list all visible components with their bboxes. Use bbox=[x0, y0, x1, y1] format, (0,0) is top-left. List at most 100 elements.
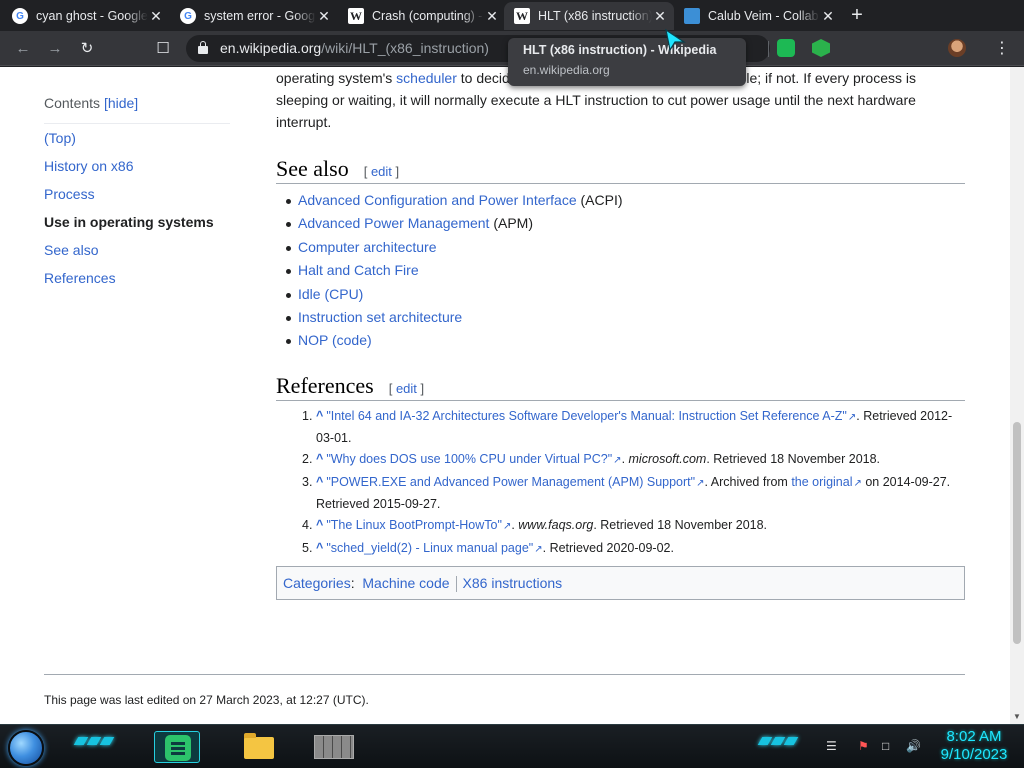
toc-item-history[interactable]: History on x86 bbox=[44, 152, 230, 180]
ref-backlink[interactable]: ^ bbox=[316, 409, 323, 423]
tray-overflow-icon[interactable]: ☰ bbox=[826, 739, 837, 753]
scrollbar-thumb[interactable] bbox=[1013, 422, 1021, 644]
volume-icon[interactable]: 🔊 bbox=[906, 739, 921, 753]
reference-item: 2. ^ "Why does DOS use 100% CPU under Virt… bbox=[276, 449, 965, 471]
bookmark-icon[interactable]: ☐ bbox=[152, 38, 174, 60]
google-icon: G bbox=[12, 8, 28, 24]
reference-item: 1. ^ "Intel 64 and IA-32 Architectures Sof… bbox=[276, 406, 965, 448]
toc-item-references[interactable]: References bbox=[44, 264, 230, 292]
lock-icon[interactable] bbox=[198, 41, 208, 54]
clock-time: 8:02 AM bbox=[946, 728, 1002, 745]
sticky-notes-app-icon[interactable] bbox=[154, 731, 200, 763]
scheduler-link[interactable]: scheduler bbox=[396, 70, 457, 86]
profile-avatar[interactable] bbox=[948, 39, 966, 57]
ref-backlink[interactable]: ^ bbox=[316, 518, 323, 532]
tab-crash-computing[interactable]: W Crash (computing) - Wikipedia ✕ bbox=[338, 2, 506, 30]
kebab-menu-icon[interactable]: ⋮ bbox=[994, 38, 1010, 58]
see-also-title: See also bbox=[276, 156, 349, 181]
reload-icon[interactable]: ↻ bbox=[76, 38, 98, 60]
shield-extension-icon[interactable] bbox=[812, 39, 830, 57]
tooltip-title: HLT (x86 instruction) - Wikipedia bbox=[523, 43, 717, 57]
taskbar-decoration bbox=[73, 737, 115, 753]
ref-link[interactable]: "POWER.EXE and Advanced Power Management… bbox=[326, 475, 704, 489]
start-orb-icon[interactable] bbox=[8, 730, 44, 766]
ref-link[interactable]: "Why does DOS use 100% CPU under Virtual… bbox=[326, 452, 621, 466]
edit-link[interactable]: edit bbox=[396, 381, 417, 396]
ref-link[interactable]: "Intel 64 and IA-32 Architectures Softwa… bbox=[326, 409, 856, 423]
close-tab-icon[interactable]: ✕ bbox=[148, 8, 164, 25]
ref-site: www.faqs.org bbox=[518, 517, 594, 532]
tab-collab[interactable]: Calub Veim - Collab ✕ bbox=[674, 2, 842, 30]
scroll-down-icon[interactable]: ▼ bbox=[1013, 712, 1021, 721]
ref-number: 5. bbox=[302, 540, 313, 555]
tab-title: HLT (x86 instruction) - Wikipedia bbox=[538, 9, 652, 23]
forward-arrow-icon[interactable]: → bbox=[44, 38, 66, 60]
action-center-flag-icon[interactable]: ⚑ bbox=[858, 739, 869, 753]
ref-number: 3. bbox=[302, 474, 313, 489]
toc-item-process[interactable]: Process bbox=[44, 180, 230, 208]
references-list: 1. ^ "Intel 64 and IA-32 Architectures Sof… bbox=[276, 406, 965, 560]
see-also-link[interactable]: Idle (CPU) bbox=[298, 286, 363, 302]
ref-archive-link[interactable]: the original bbox=[791, 475, 862, 489]
clock-date: 9/10/2023 bbox=[940, 746, 1008, 763]
category-machine-code[interactable]: Machine code bbox=[362, 575, 449, 591]
toolbar-divider bbox=[768, 41, 769, 57]
new-tab-plus-icon[interactable]: + bbox=[846, 5, 868, 27]
table-of-contents: Contents [hide] (Top) History on x86 Pro… bbox=[44, 95, 230, 292]
reference-item: 3. ^ "POWER.EXE and Advanced Power Managem… bbox=[276, 472, 965, 514]
tab-hover-tooltip: HLT (x86 instruction) - Wikipedia en.wik… bbox=[508, 38, 746, 86]
see-also-link[interactable]: Halt and Catch Fire bbox=[298, 262, 419, 278]
close-tab-icon[interactable]: ✕ bbox=[652, 8, 668, 25]
ref-backlink[interactable]: ^ bbox=[316, 475, 323, 489]
see-also-link[interactable]: Computer architecture bbox=[298, 239, 437, 255]
back-arrow-icon[interactable]: ← bbox=[12, 38, 34, 60]
ref-number: 1. bbox=[302, 408, 313, 423]
see-also-link[interactable]: NOP (code) bbox=[298, 332, 372, 348]
ref-backlink[interactable]: ^ bbox=[316, 541, 323, 555]
reference-item: 4.^"The Linux BootPrompt-HowTo". www.faq… bbox=[276, 515, 965, 537]
monitor-icon bbox=[684, 8, 700, 24]
categories-label[interactable]: Categories bbox=[283, 575, 351, 591]
see-also-edit[interactable]: [ edit ] bbox=[364, 164, 399, 179]
tab-cyan-ghost[interactable]: G cyan ghost - Google Search ✕ bbox=[2, 2, 170, 30]
spotify-extension-icon[interactable] bbox=[777, 39, 795, 57]
url-text[interactable]: en.wikipedia.org/wiki/HLT_(x86_instructi… bbox=[220, 40, 489, 56]
see-also-link[interactable]: Instruction set architecture bbox=[298, 309, 462, 325]
taskbar-decoration bbox=[757, 737, 799, 753]
footer-divider bbox=[44, 674, 965, 675]
ref-link[interactable]: "The Linux BootPrompt-HowTo" bbox=[326, 518, 511, 532]
taskbar: ☰ ⚑ □ 🔊 8:02 AM 9/10/2023 bbox=[0, 724, 1024, 768]
toc-item-see-also[interactable]: See also bbox=[44, 236, 230, 264]
system-clock[interactable]: 8:02 AM 9/10/2023 bbox=[934, 728, 1014, 764]
category-x86-instructions[interactable]: X86 instructions bbox=[463, 575, 563, 591]
toc-item-top[interactable]: (Top) bbox=[44, 124, 230, 152]
ref-site: microsoft.com bbox=[628, 451, 707, 466]
intro-text-1: operating system's bbox=[276, 70, 397, 86]
close-tab-icon[interactable]: ✕ bbox=[820, 8, 836, 25]
list-item: Computer architecture bbox=[276, 236, 965, 259]
ref-tail: . Retrieved 18 November 2018. bbox=[593, 517, 768, 532]
ref-backlink[interactable]: ^ bbox=[316, 452, 323, 466]
page-scrollbar[interactable]: ▼ bbox=[1010, 67, 1024, 724]
toc-label: Contents bbox=[44, 95, 101, 111]
tab-system-error[interactable]: G system error - Google Search ✕ bbox=[170, 2, 338, 30]
network-icon[interactable]: □ bbox=[882, 739, 889, 753]
cyan-cursor-icon bbox=[665, 28, 686, 52]
ref-link[interactable]: "sched_yield(2) - Linux manual page" bbox=[326, 541, 542, 555]
ref-tail: . Retrieved 18 November 2018. bbox=[706, 451, 881, 466]
close-tab-icon[interactable]: ✕ bbox=[484, 8, 500, 25]
toc-hide-toggle[interactable]: [hide] bbox=[104, 95, 138, 111]
see-also-link[interactable]: Advanced Power Management bbox=[298, 215, 489, 231]
ref-tail: . Retrieved 2020-09-02. bbox=[542, 540, 674, 555]
tab-title: cyan ghost - Google Search bbox=[36, 9, 148, 23]
toc-item-use-in-os[interactable]: Use in operating systems bbox=[44, 208, 230, 236]
edit-link[interactable]: edit bbox=[371, 164, 392, 179]
references-edit[interactable]: [ edit ] bbox=[389, 381, 424, 396]
tab-hlt-x86[interactable]: W HLT (x86 instruction) - Wikipedia ✕ bbox=[504, 2, 674, 30]
tab-title: Calub Veim - Collab bbox=[708, 9, 819, 23]
firewall-app-icon[interactable] bbox=[312, 731, 358, 763]
file-explorer-icon[interactable] bbox=[240, 731, 286, 763]
close-tab-icon[interactable]: ✕ bbox=[316, 8, 332, 25]
see-also-link[interactable]: Advanced Configuration and Power Interfa… bbox=[298, 192, 577, 208]
see-also-list: Advanced Configuration and Power Interfa… bbox=[276, 189, 965, 353]
